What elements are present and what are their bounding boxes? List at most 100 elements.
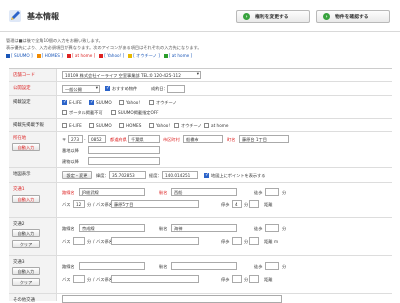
row-map: 地図表示 設定・変更 緯度： 35.702853 経度： 140.014251 … [9,168,392,183]
transport1-autofill-button[interactable]: 自動入力 [12,195,40,203]
t2-station-label: 駅名 [159,226,168,231]
street-number-input[interactable] [88,146,160,154]
posting-elife-checkbox[interactable] [62,99,67,105]
building-input[interactable] [88,157,160,165]
longitude-label: 経度： [149,173,162,178]
other-transport-input[interactable] [62,295,282,303]
t2-bus-label: バス [62,239,71,244]
legend-item: [ SUUMO ] [6,53,33,59]
t2-stop-walk-label: 停歩 [221,239,230,244]
t2-line-input[interactable]: 京成線 [79,224,145,232]
t1-station-input[interactable]: 西船 [171,188,237,196]
t2-bus-input[interactable] [73,237,85,245]
prefecture-input[interactable]: 千葉県 [128,135,160,143]
t1-line-input[interactable]: JR総武線 [79,188,145,196]
portal-legend: [ SUUMO ] [ HOMES ] [ at home ] [ Yahoo!… [6,53,192,59]
t2-walk-input[interactable] [265,224,279,232]
t3-bus-label: バス [62,277,71,282]
posted-elife-checkbox[interactable] [62,123,67,128]
t2-distance-unit: m [274,239,279,244]
posted-homes-label: HOMES [126,123,142,128]
legend-item: [ Yahoo! ] [99,53,124,59]
t3-stop-walk-input[interactable] [232,275,242,283]
t2-stop-walk-unit: 分 [244,239,249,244]
legend-item: [ at home ] [66,53,95,59]
latitude-input[interactable]: 35.702853 [109,171,146,179]
athome-icon [163,54,168,58]
map-settings-button[interactable]: 設定・変更 [62,171,92,179]
contract-date-input[interactable] [167,85,185,93]
change-rights-button[interactable]: › 権利を変更する [236,10,310,23]
legend-item: [ オウチーノ ] [128,53,160,59]
address-autofill-button[interactable]: 自動入力 [12,143,40,151]
show-pin-label: 地図上にポイントを表示する [211,173,266,178]
building-label: 建物以降 [62,159,79,164]
row-posted: 掲載先掲載予報 E-LIFE SUUMO HOMES Yahoo! オウチーノ … [9,119,392,132]
row-transport-1: 交通1 自動入力 路線名 JR総武線 駅名 西船 徒歩 分 バス 12 分 / … [9,183,392,218]
t3-bus-stop-input[interactable] [111,275,199,283]
posting-ouchino-label: オウチーノ [156,100,177,105]
t3-line-input[interactable] [79,262,145,270]
t2-walk-unit: 分 [282,226,287,231]
portal-disabled-checkbox[interactable] [62,110,67,115]
t2-stop-walk-input[interactable] [232,237,242,245]
t2-walk-label: 徒歩 [254,226,263,231]
contract-date-label: 成約日： [151,86,168,91]
t3-walk-input[interactable] [265,262,279,270]
t3-distance-label: 距離 [264,277,273,282]
recommend-checkbox[interactable] [105,85,110,91]
t1-walk-input[interactable] [265,188,279,196]
zip-prefix: 〒 [62,137,67,142]
t3-bus-unit: 分 [87,277,92,282]
label-public: 公開設定 [9,82,57,95]
t2-line-label: 路線名 [62,226,75,231]
t1-stop-walk-input-2[interactable] [249,200,259,208]
t1-stop-walk-input[interactable]: 4 [232,200,242,208]
longitude-input[interactable]: 140.014251 [162,171,198,179]
t1-bus-stop-input[interactable]: 藤原5丁目 [111,200,199,208]
zip1-input[interactable]: 273 [68,135,83,143]
public-select[interactable]: 一般公開 [62,85,100,93]
label-address: 所在地 自動入力 [9,132,57,167]
t2-station-input[interactable]: 海神 [171,224,237,232]
transport2-clear-button[interactable]: クリア [12,240,40,248]
t2-stop-walk-input-2[interactable] [249,237,259,245]
posted-yahoo-checkbox[interactable] [149,123,154,128]
t2-bus-stop-input[interactable] [111,237,199,245]
t1-bus-input[interactable]: 12 [73,200,85,208]
confirm-property-button[interactable]: › 物件を確認する [316,10,390,23]
posted-ouchino-label: オウチーノ [181,123,202,128]
posting-suumo-checkbox[interactable] [89,99,94,105]
t3-station-input[interactable] [171,262,237,270]
latitude-label: 緯度： [96,173,109,178]
posted-suumo-checkbox[interactable] [89,123,94,128]
t3-stop-walk-input-2[interactable] [249,275,259,283]
t2-bus-unit: 分 [87,239,92,244]
label-address-text: 所在地 [13,136,27,141]
shop-code-select[interactable]: 10109 株式会社イーライフ 空室事業部 TEL:0 120-425-112 [62,71,201,79]
transport3-clear-button[interactable]: クリア [12,278,40,286]
label-shop-code: 店舗コード [9,69,57,81]
t2-distance-label: 距離 [264,239,273,244]
city-label: 市区町村 [163,137,180,142]
basic-info-form: 店舗コード 10109 株式会社イーライフ 空室事業部 TEL:0 120-42… [9,68,392,303]
city-input[interactable]: 船橋市 [183,135,223,143]
town-input[interactable]: 藤原台 1丁目 [239,135,289,143]
zip2-input[interactable]: 0852 [88,135,106,143]
t3-bus-input[interactable] [73,275,85,283]
t3-stop-walk-unit: 分 [244,277,249,282]
posted-ouchino-checkbox[interactable] [174,123,179,128]
posted-athome-checkbox[interactable] [204,123,209,128]
posted-homes-checkbox[interactable] [119,123,124,128]
ouchino-icon [128,54,133,58]
suumo-off-checkbox[interactable] [111,110,116,115]
portal-disabled-label: ポータル掲載不可 [69,110,103,115]
suumo-icon [6,54,10,58]
transport3-autofill-button[interactable]: 自動入力 [12,267,40,275]
show-pin-checkbox[interactable] [204,172,209,178]
t1-line-label: 路線名 [62,190,75,195]
posting-yahoo-checkbox[interactable] [119,100,124,105]
posting-ouchino-checkbox[interactable] [149,100,154,105]
t1-bus-stop-sep: / [93,202,95,207]
transport2-autofill-button[interactable]: 自動入力 [12,229,40,237]
